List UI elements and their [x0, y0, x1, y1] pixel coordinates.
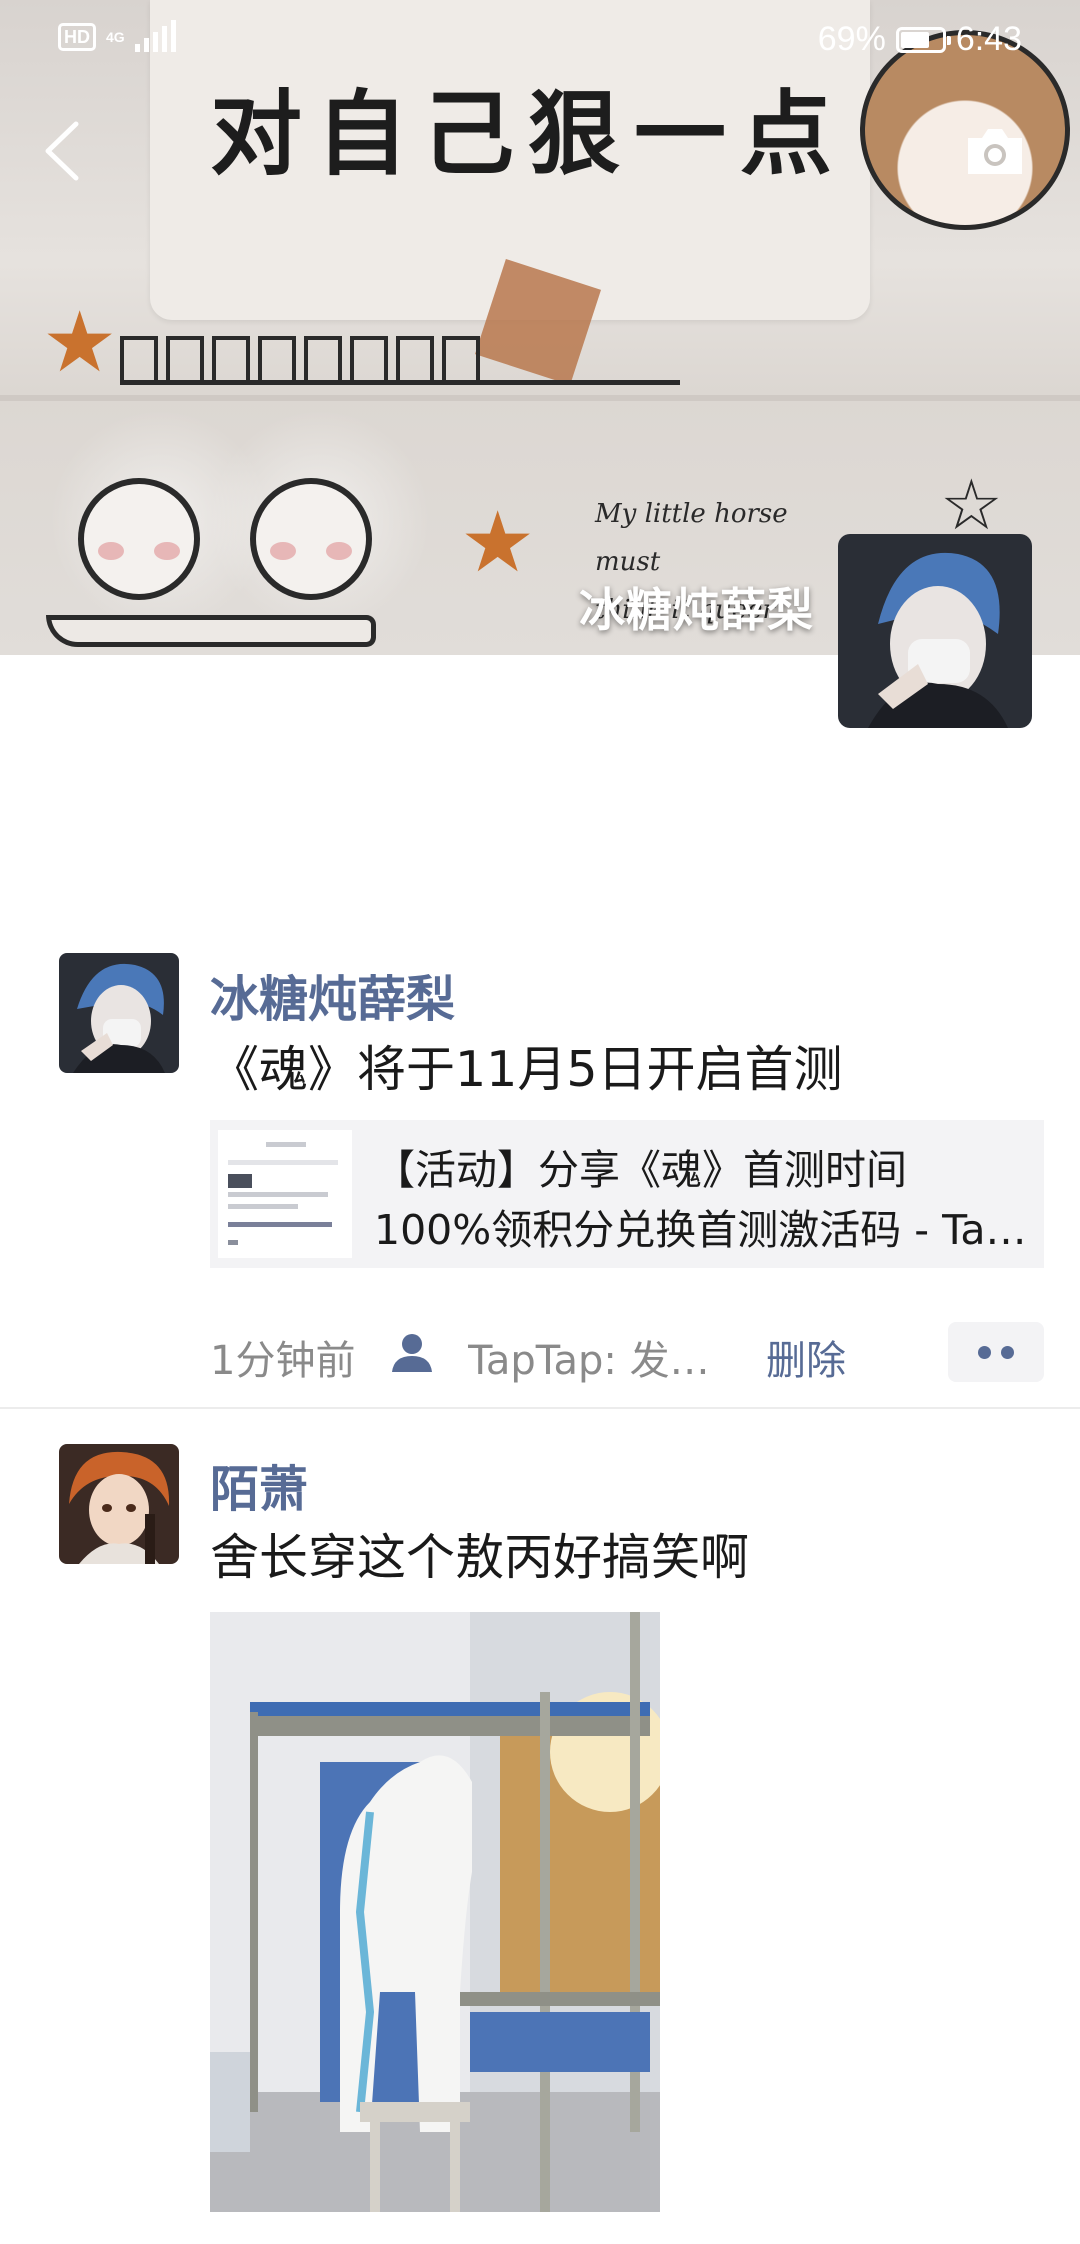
post-source[interactable]: TapTap: 发现好游戏 [468, 1328, 748, 1386]
brush-doodle [46, 615, 376, 647]
post-author-name[interactable]: 陌萧 [210, 1450, 308, 1521]
battery-icon [895, 26, 951, 53]
person-icon [392, 1334, 432, 1372]
link-title: 【活动】分享《魂》首测时间 100%领积分兑换首测激活码 - TapTap [374, 1146, 1034, 1254]
chevron-left-icon[interactable] [38, 118, 86, 184]
more-dots-icon[interactable] [948, 1322, 1044, 1382]
battery-percent: 69% [817, 20, 886, 58]
hd-badge: HD [58, 23, 96, 51]
delete-button[interactable]: 删除 [766, 1328, 846, 1386]
network-type: 4G [106, 29, 125, 45]
status-bar: HD 4G 69% 6:43 [0, 0, 1080, 80]
post-text: 舍长穿这个敖丙好搞笑啊 [210, 1529, 750, 1586]
camera-icon[interactable] [964, 124, 1026, 178]
clock: 6:43 [955, 20, 1022, 58]
post-time: 1分钟前 [210, 1338, 356, 1384]
cover-shelf-doodle [120, 330, 680, 385]
sad-face-icon [250, 478, 372, 600]
smile-face-icon [78, 478, 200, 600]
profile-username[interactable]: 冰糖炖薛梨 [579, 574, 814, 640]
post-photo[interactable] [210, 1612, 660, 2212]
post-meta-row: 1分钟前 TapTap: 发现好游戏 删除 [210, 1322, 1044, 1386]
post-author-name[interactable]: 冰糖炖薛梨 [210, 960, 455, 1031]
cover-fold [0, 395, 1080, 401]
post-text: 《魂》将于11月5日开启首测 [210, 1041, 843, 1098]
star-icon: ★ [460, 493, 536, 591]
post-author-avatar[interactable] [59, 953, 179, 1073]
profile-avatar[interactable] [838, 534, 1032, 728]
star-icon: ☆ [940, 464, 1003, 546]
shared-link-card[interactable]: 【活动】分享《魂》首测时间 100%领积分兑换首测激活码 - TapTap [210, 1120, 1044, 1268]
link-thumbnail [218, 1130, 352, 1258]
post-author-avatar[interactable] [59, 1444, 179, 1564]
star-icon: ★ [42, 293, 118, 391]
post-divider [0, 1407, 1080, 1409]
signal-icon [134, 20, 176, 52]
